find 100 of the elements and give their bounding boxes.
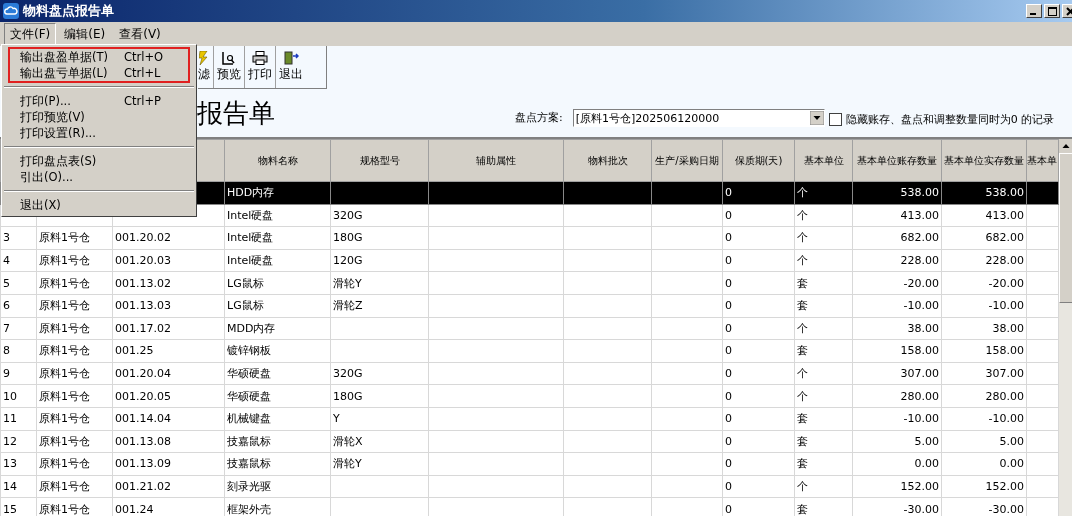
- table-cell: 15: [3, 502, 17, 516]
- toolbar-button[interactable]: 滤: [198, 46, 214, 88]
- toolbar-button[interactable]: 打印: [245, 46, 276, 88]
- table-cell: 0: [725, 502, 732, 516]
- table-cell: 538.00: [900, 186, 939, 200]
- table-cell: 套: [797, 434, 808, 448]
- table-cell: 原料1号仓: [39, 389, 90, 403]
- table-row[interactable]: 5 原料1号仓 001.13.02 LG鼠标 滑轮Y 0 套 -20.00 -20.00: [0, 271, 1059, 295]
- table-cell: 个: [797, 186, 808, 200]
- table-cell: -20.00: [903, 276, 939, 290]
- toolbar-button[interactable]: 预览: [214, 46, 245, 88]
- table-cell: 原料1号仓: [39, 502, 90, 516]
- door-arrow-icon: [283, 51, 299, 65]
- table-cell: LG鼠标: [227, 276, 264, 290]
- table-cell: HDD内存: [227, 186, 275, 200]
- menu-item[interactable]: 编辑(E): [58, 22, 112, 46]
- table-row[interactable]: 3 原料1号仓 001.20.02 Intel硬盘 180G 0 个 682.00 682.00: [0, 226, 1059, 250]
- table-cell: 307.00: [900, 367, 939, 381]
- dropdown-arrow-icon: [809, 111, 824, 125]
- table-cell: 0.00: [914, 457, 939, 471]
- table-cell: 38.00: [907, 321, 939, 335]
- window-title: 物料盘点报告单: [23, 2, 114, 20]
- table-cell: 5.00: [914, 434, 939, 448]
- table-cell: 9: [3, 367, 10, 381]
- maximize-button[interactable]: [1044, 4, 1060, 18]
- table-row[interactable]: 15 原料1号仓 001.24 框架外壳 0 套 -30.00 -30.00: [0, 497, 1059, 516]
- table-row[interactable]: 9 原料1号仓 001.20.04 华硕硬盘 320G 0 个 307.00 307.00: [0, 362, 1059, 385]
- table-cell: 镀锌钢板: [227, 344, 271, 358]
- table-cell: -30.00: [903, 502, 939, 516]
- table-cell: 0: [725, 389, 732, 403]
- cloud-icon: [3, 3, 19, 19]
- minimize-button[interactable]: [1026, 4, 1042, 18]
- table-cell: 机械键盘: [227, 412, 271, 426]
- scrollbar[interactable]: [1059, 139, 1072, 516]
- table-row[interactable]: 11 原料1号仓 001.14.04 机械键盘 Y 0 套 -10.00 -10.00: [0, 407, 1059, 431]
- table-cell: 001.20.02: [115, 231, 171, 245]
- table-cell: 001.13.03: [115, 299, 171, 313]
- table-cell: 原料1号仓: [39, 299, 90, 313]
- table-cell: 0: [725, 231, 732, 245]
- menu-item[interactable]: 输出盘亏单据(L) Ctrl+L: [10, 65, 188, 81]
- table-cell: 38.00: [992, 321, 1024, 335]
- toolbar-button[interactable]: 退出: [276, 46, 306, 88]
- table-cell: 0: [725, 208, 732, 222]
- column-header: 生产/采购日期: [651, 139, 723, 182]
- menu-item[interactable]: 打印预览(V): [10, 109, 188, 125]
- table-cell: 0: [725, 412, 732, 426]
- column-header: 辅助属性: [428, 139, 564, 182]
- table-cell: 8: [3, 344, 10, 358]
- table-row[interactable]: 8 原料1号仓 001.25 镀锌钢板 0 套 158.00 158.00: [0, 339, 1059, 363]
- table-cell: 14: [3, 480, 17, 493]
- menu-item[interactable]: 查看(V): [113, 22, 167, 46]
- table-cell: 152.00: [900, 480, 939, 493]
- plan-dropdown[interactable]: [原料1号仓]202506120000: [572, 109, 825, 127]
- table-cell: 7: [3, 321, 10, 335]
- table-cell: 413.00: [900, 208, 939, 222]
- plan-label: 盘点方案:: [515, 110, 563, 125]
- table-cell: 0: [725, 480, 732, 493]
- table-cell: 滑轮Y: [333, 276, 362, 290]
- table-cell: 原料1号仓: [39, 321, 90, 335]
- menu-item[interactable]: 打印(P)... Ctrl+P: [10, 93, 188, 109]
- table-cell: 0: [725, 367, 732, 381]
- table-cell: 框架外壳: [227, 502, 271, 516]
- table-row[interactable]: 4 原料1号仓 001.20.03 Intel硬盘 120G 0 个 228.00 228.00: [0, 249, 1059, 272]
- column-header: 基本单位: [794, 139, 853, 182]
- lightning-icon: [199, 51, 209, 65]
- table-cell: 套: [797, 412, 808, 426]
- table-cell: 原料1号仓: [39, 254, 90, 268]
- table-row[interactable]: 7 原料1号仓 001.17.02 MDD内存 0 个 38.00 38.00: [0, 317, 1059, 340]
- table-cell: 原料1号仓: [39, 412, 90, 426]
- table-cell: 12: [3, 434, 17, 448]
- menu-item[interactable]: 打印设置(R)...: [10, 125, 188, 141]
- table-cell: 682.00: [900, 231, 939, 245]
- hide-zero-checkbox[interactable]: 隐藏账存、盘点和调整数量同时为0 的记录: [828, 112, 1055, 127]
- table-row[interactable]: 14 原料1号仓 001.21.02 刻录光驱 0 个 152.00 152.00: [0, 475, 1059, 498]
- table-cell: 个: [797, 208, 808, 222]
- column-header: 物料批次: [563, 139, 652, 182]
- table-cell: 307.00: [985, 367, 1024, 381]
- table-cell: -10.00: [903, 299, 939, 313]
- table-row[interactable]: 13 原料1号仓 001.13.09 技嘉鼠标 滑轮Y 0 套 0.00 0.00: [0, 452, 1059, 476]
- table-cell: 001.17.02: [115, 321, 171, 335]
- printer-icon: [252, 51, 268, 65]
- table-cell: 套: [797, 502, 808, 516]
- table-cell: 538.00: [985, 186, 1024, 200]
- table-cell: Intel硬盘: [227, 208, 274, 222]
- table-row[interactable]: 12 原料1号仓 001.13.08 技嘉鼠标 滑轮X 0 套 5.00 5.00: [0, 430, 1059, 453]
- table-cell: 001.24: [115, 502, 154, 516]
- menu-item[interactable]: 输出盘盈单据(T) Ctrl+O: [10, 49, 188, 65]
- table-cell: 套: [797, 344, 808, 358]
- table-cell: -20.00: [988, 276, 1024, 290]
- table-cell: 682.00: [985, 231, 1024, 245]
- table-cell: LG鼠标: [227, 299, 264, 313]
- table-cell: 0: [725, 344, 732, 358]
- table-row[interactable]: 6 原料1号仓 001.13.03 LG鼠标 滑轮Z 0 套 -10.00 -10.00: [0, 294, 1059, 318]
- table-cell: 228.00: [900, 254, 939, 268]
- table-row[interactable]: 10 原料1号仓 001.20.05 华硕硬盘 180G 0 个 280.00 280.00: [0, 384, 1059, 408]
- menu-item[interactable]: 打印盘点表(S): [10, 153, 188, 169]
- table-cell: -10.00: [988, 412, 1024, 426]
- table-cell: 152.00: [985, 480, 1024, 493]
- table-cell: 3: [3, 231, 10, 245]
- column-header: 基本单: [1026, 139, 1059, 182]
